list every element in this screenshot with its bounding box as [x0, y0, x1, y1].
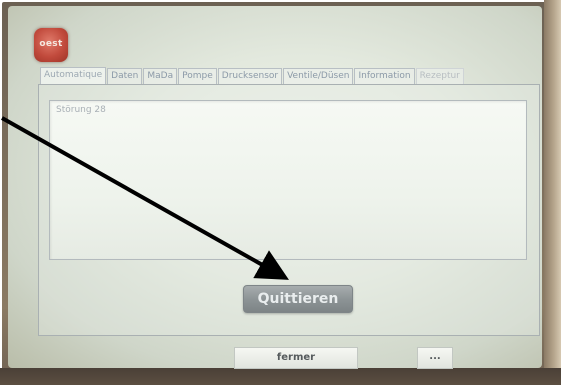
quittieren-button[interactable]: Quittieren: [243, 285, 353, 313]
oest-logo: oest: [34, 28, 68, 62]
tab-information[interactable]: Information: [354, 68, 415, 84]
monitor-frame-bottom: [0, 368, 561, 385]
tab-ventile-duesen[interactable]: Ventile/Düsen: [283, 68, 354, 84]
tab-rezeptur[interactable]: Rezeptur: [415, 68, 464, 84]
error-message: Störung 28: [56, 105, 106, 115]
main-panel: Störung 28 Quittieren: [38, 84, 540, 336]
more-button[interactable]: ...: [417, 347, 453, 369]
tab-automatique[interactable]: Automatique: [40, 67, 107, 84]
tab-pompe[interactable]: Pompe: [178, 68, 217, 84]
tab-daten[interactable]: Daten: [107, 68, 143, 84]
bottom-bar: fermer ...: [38, 340, 538, 370]
tab-drucksensor[interactable]: Drucksensor: [217, 68, 283, 84]
logo-text: oest: [39, 39, 63, 49]
tab-mada[interactable]: MaDa: [143, 68, 178, 84]
screen: oest Automatique Daten MaDa Pompe Drucks…: [8, 6, 542, 370]
monitor-frame-right: [544, 0, 561, 385]
photo: oest Automatique Daten MaDa Pompe Drucks…: [0, 0, 561, 385]
fermer-button[interactable]: fermer: [234, 347, 358, 369]
tab-bar: Automatique Daten MaDa Pompe Drucksensor…: [40, 66, 540, 84]
message-box: Störung 28: [49, 100, 527, 260]
